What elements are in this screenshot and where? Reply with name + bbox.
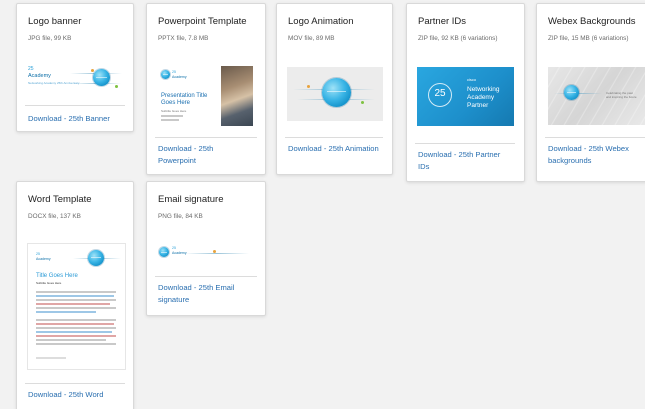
email-thumbnail: 25 Academy	[153, 235, 255, 271]
link-text: Download - 25th Email	[158, 283, 235, 292]
partner-thumbnail: 25 cisco Networking Academy Partner	[417, 67, 514, 126]
download-webex-link[interactable]: Download - 25th Webex backgrounds	[548, 143, 629, 167]
link-text: Download - 25th Word	[28, 390, 104, 399]
thumb-text: 25	[28, 66, 34, 72]
link-text: Download - 25th Webex	[548, 144, 629, 153]
card-word-template: Word Template DOCX file, 137 KB 25 Acade…	[16, 181, 134, 409]
globe-logo-icon	[564, 85, 579, 100]
thumb-text: Subtitle Goes Here	[161, 109, 187, 113]
divider	[155, 276, 257, 277]
download-word-link[interactable]: Download - 25th Word	[28, 389, 103, 401]
card-powerpoint-template: Powerpoint Template PPTX file, 7.8 MB 25…	[146, 3, 266, 175]
card-meta: PPTX file, 7.8 MB	[158, 35, 209, 42]
divider	[545, 137, 645, 138]
card-meta: ZIP file, 15 MB (6 variations)	[548, 35, 629, 42]
card-title: Logo Animation	[288, 16, 354, 27]
link-text: Download - 25th	[158, 144, 214, 153]
globe-logo-icon	[88, 250, 104, 266]
thumb-text: 25	[434, 88, 446, 99]
divider	[25, 383, 125, 384]
thumb-text: Networking	[467, 86, 500, 93]
divider	[155, 137, 257, 138]
thumb-text: Goes Here	[161, 100, 191, 106]
download-email-signature-link[interactable]: Download - 25th Email signature	[158, 282, 234, 306]
card-meta: DOCX file, 137 KB	[28, 213, 81, 220]
thumb-text: Academy	[28, 73, 51, 79]
card-meta: PNG file, 84 KB	[158, 213, 203, 220]
card-title: Email signature	[158, 194, 224, 205]
link-text: Download - 25th Banner	[28, 114, 110, 123]
thumb-text: Subtitle Goes Here	[36, 281, 62, 285]
link-text: Download - 25th Animation	[288, 144, 379, 153]
partner-badge: 25	[428, 83, 452, 107]
card-logo-animation: Logo Animation MOV file, 89 MB Download …	[276, 3, 393, 175]
download-banner-link[interactable]: Download - 25th Banner	[28, 113, 110, 125]
thumb-text: Academy	[467, 94, 495, 101]
globe-logo-icon	[322, 78, 351, 107]
animation-thumbnail	[287, 67, 383, 121]
card-title: Powerpoint Template	[158, 16, 247, 27]
link-text: IDs	[418, 162, 430, 171]
powerpoint-thumbnail: 25 Academy Presentation Title Goes Here …	[151, 62, 253, 134]
thumb-text: Academy	[36, 257, 51, 261]
globe-logo-icon	[93, 69, 110, 86]
download-animation-link[interactable]: Download - 25th Animation	[288, 143, 379, 155]
card-title: Logo banner	[28, 16, 82, 27]
presentation-photo	[221, 66, 253, 126]
download-partner-ids-link[interactable]: Download - 25th Partner IDs	[418, 149, 500, 173]
card-title: Word Template	[28, 194, 92, 205]
divider	[285, 137, 383, 138]
webex-thumbnail: Celebrating the past and inspiring the f…	[548, 67, 645, 125]
card-logo-banner: Logo banner JPG file, 99 KB 25 Academy N…	[16, 3, 134, 132]
thumb-text: Presentation Title	[161, 93, 208, 99]
globe-logo-icon	[161, 70, 170, 79]
thumb-text: Partner	[467, 102, 489, 109]
thumb-text: Networking Academy 25th Anniversary	[28, 81, 80, 85]
thumb-text: cisco	[467, 77, 477, 82]
thumb-text: Celebrating the past and inspiring the f…	[606, 91, 637, 99]
card-meta: JPG file, 99 KB	[28, 35, 72, 42]
card-webex-backgrounds: Webex Backgrounds ZIP file, 15 MB (6 var…	[536, 3, 645, 182]
card-partner-ids: Partner IDs ZIP file, 92 KB (6 variation…	[406, 3, 525, 182]
thumb-text: Academy	[172, 75, 187, 79]
divider	[415, 143, 515, 144]
link-text: Powerpoint	[158, 156, 196, 165]
card-email-signature: Email signature PNG file, 84 KB 25 Acade…	[146, 181, 266, 316]
download-grid: Logo banner JPG file, 99 KB 25 Academy N…	[0, 0, 645, 409]
card-meta: ZIP file, 92 KB (6 variations)	[418, 35, 498, 42]
link-text: backgrounds	[548, 156, 592, 165]
thumb-text: Title Goes Here	[36, 273, 78, 279]
link-text: signature	[158, 295, 190, 304]
card-title: Partner IDs	[418, 16, 467, 27]
card-title: Webex Backgrounds	[548, 16, 636, 27]
banner-thumbnail: 25 Academy Networking Academy 25th Anniv…	[25, 59, 125, 99]
word-thumbnail: 25 Academy Title Goes Here Subtitle Goes…	[27, 243, 126, 370]
globe-logo-icon	[159, 247, 169, 257]
link-text: Download - 25th Partner	[418, 150, 501, 159]
download-powerpoint-link[interactable]: Download - 25th Powerpoint	[158, 143, 213, 167]
divider	[25, 105, 125, 106]
card-meta: MOV file, 89 MB	[288, 35, 335, 42]
